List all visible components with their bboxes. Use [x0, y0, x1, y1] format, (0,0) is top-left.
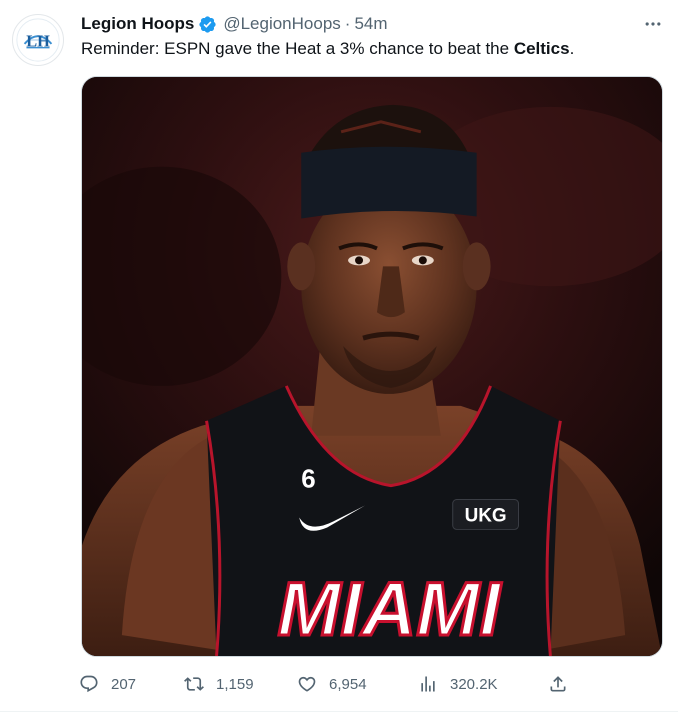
- tweet[interactable]: LH Legion Hoops @LegionHoops · 54m Remin…: [0, 0, 678, 712]
- tweet-text: Reminder: ESPN gave the Heat a 3% chance…: [81, 38, 574, 60]
- reply-count: 207: [111, 675, 137, 693]
- more-dots-icon: [645, 22, 661, 26]
- sponsor-patch: UKG: [465, 505, 507, 526]
- like-button[interactable]: 6,954: [297, 668, 367, 700]
- basketball-player-photo: 6 UKG MIAMI: [82, 77, 662, 656]
- display-name[interactable]: Legion Hoops: [81, 14, 194, 34]
- share-button[interactable]: [548, 668, 568, 700]
- more-options-button[interactable]: [636, 10, 670, 38]
- author-handle[interactable]: @LegionHoops: [223, 14, 340, 34]
- tweet-text-bold: Celtics: [513, 39, 570, 58]
- tweet-timestamp[interactable]: 54m: [354, 14, 387, 34]
- tweet-header: Legion Hoops @LegionHoops · 54m: [81, 12, 388, 36]
- tweet-text-end: .: [569, 39, 575, 58]
- views-button[interactable]: 320.2K: [418, 668, 498, 700]
- retweet-count: 1,159: [216, 675, 254, 693]
- tweet-actions: 207 1,159 6,954 320.2K: [76, 668, 576, 700]
- tweet-text-main: Reminder: ESPN gave the Heat a 3% chance…: [81, 39, 514, 58]
- views-count: 320.2K: [450, 675, 498, 693]
- avatar[interactable]: LH: [12, 14, 64, 66]
- share-icon: [550, 676, 566, 692]
- jersey-number: 6: [301, 466, 315, 494]
- reply-icon: [80, 675, 98, 693]
- avatar-logo-text: LH: [26, 32, 50, 51]
- separator-dot: ·: [344, 14, 351, 33]
- reply-button[interactable]: 207: [79, 668, 136, 700]
- legion-hoops-logo-icon: LH: [13, 15, 63, 65]
- retweet-icon: [184, 677, 204, 691]
- views-chart-icon: [421, 676, 435, 692]
- tweet-photo[interactable]: 6 UKG MIAMI: [81, 76, 663, 657]
- verified-badge-icon: [198, 15, 217, 34]
- jersey-wordmark: MIAMI: [277, 567, 502, 652]
- retweet-button[interactable]: 1,159: [184, 668, 254, 700]
- heart-icon: [298, 676, 316, 692]
- like-count: 6,954: [329, 675, 367, 693]
